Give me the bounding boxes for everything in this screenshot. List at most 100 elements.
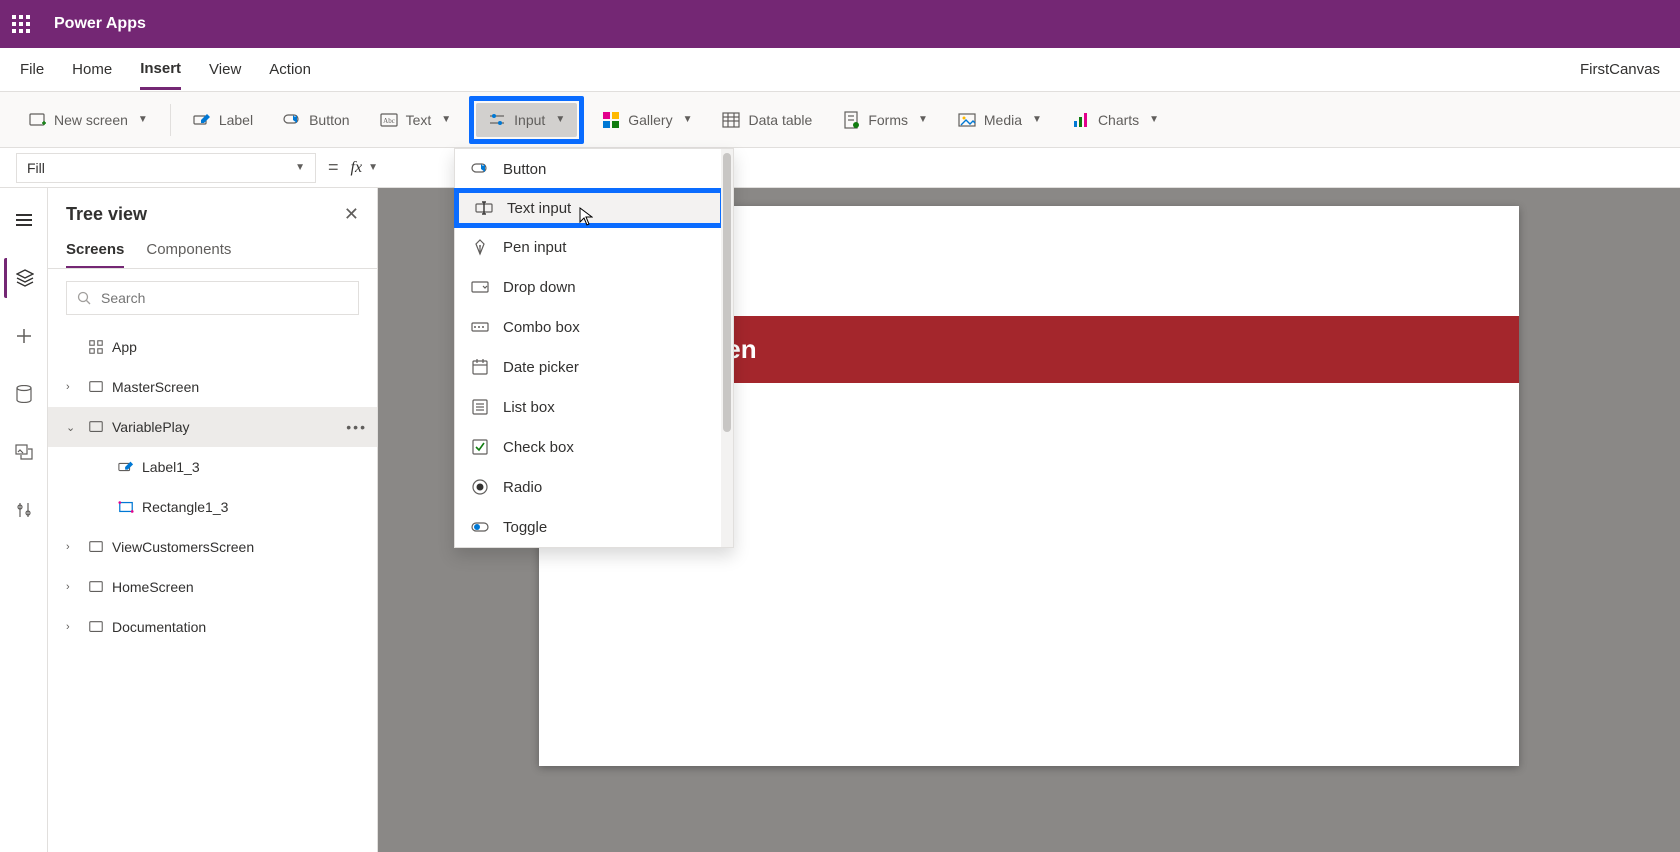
- chart-bars-icon: [1072, 111, 1090, 129]
- close-icon[interactable]: ✕: [344, 204, 359, 225]
- tree-search-input[interactable]: [99, 289, 348, 307]
- equals-sign: =: [328, 157, 339, 178]
- expand-toggle[interactable]: ›: [66, 381, 80, 393]
- scrollbar-thumb[interactable]: [723, 153, 731, 432]
- rail-insert[interactable]: [4, 316, 44, 356]
- menu-tab-action[interactable]: Action: [269, 51, 311, 88]
- dropdown-item-date-picker[interactable]: Date picker: [455, 347, 733, 387]
- tree-node-masterscreen[interactable]: › MasterScreen: [48, 367, 377, 407]
- dropdown-item-drop-down[interactable]: Drop down: [455, 267, 733, 307]
- ribbon-text[interactable]: Abc Text ▼: [368, 103, 464, 137]
- expand-toggle[interactable]: ⌄: [66, 421, 80, 434]
- chevron-down-icon: ▼: [1149, 114, 1159, 125]
- tree-tab-components[interactable]: Components: [146, 233, 231, 268]
- ribbon-input[interactable]: Input▼: [476, 103, 577, 137]
- tree-node-label1-3[interactable]: Label1_3: [48, 447, 377, 487]
- dropdown-item-radio[interactable]: Radio: [455, 467, 733, 507]
- tree-node-rectangle1-3[interactable]: Rectangle1_3: [48, 487, 377, 527]
- tree-node-homescreen[interactable]: › HomeScreen: [48, 567, 377, 607]
- dropdown-item-label: Combo box: [503, 319, 580, 336]
- menu-tab-view[interactable]: View: [209, 51, 241, 88]
- dropdown-item-toggle[interactable]: Toggle: [455, 507, 733, 547]
- chevron-down-icon: ▼: [138, 114, 148, 125]
- rail-media[interactable]: [4, 432, 44, 472]
- ribbon-forms[interactable]: Forms▼: [830, 103, 940, 137]
- rail-hamburger[interactable]: [4, 200, 44, 240]
- ribbon-charts[interactable]: Charts ▼: [1060, 103, 1171, 137]
- label-edit-icon: [193, 111, 211, 129]
- tree-search[interactable]: [66, 281, 359, 315]
- dropdown-item-label: Date picker: [503, 359, 579, 376]
- tree-node-documentation[interactable]: › Documentation: [48, 607, 377, 647]
- tree-node-viewcustomersscreen[interactable]: › ViewCustomersScreen: [48, 527, 377, 567]
- input-dropdown-menu: ButtonText inputPen inputDrop downCombo …: [454, 148, 734, 548]
- calendar-icon: [471, 358, 489, 376]
- chevron-down-icon: ▼: [918, 114, 928, 125]
- list-box-icon: [471, 398, 489, 416]
- chevron-down-icon: ▼: [683, 114, 693, 125]
- ribbon-data-table[interactable]: Data table: [710, 103, 824, 137]
- dropdown-item-label: List box: [503, 399, 555, 416]
- tools-icon: [16, 501, 32, 519]
- dropdown-item-combo-box[interactable]: Combo box: [455, 307, 733, 347]
- ribbon-item-label: Text: [406, 112, 432, 128]
- property-selector-value: Fill: [27, 160, 45, 176]
- ribbon-item-label: Media: [984, 112, 1022, 128]
- tree-tab-screens[interactable]: Screens: [66, 233, 124, 268]
- tree-node-app[interactable]: App: [48, 327, 377, 367]
- radio-dot-icon: [471, 478, 489, 496]
- ribbon-item-label: Data table: [748, 112, 812, 128]
- ribbon-new-screen[interactable]: New screen ▼: [16, 103, 160, 137]
- dropdown-scrollbar[interactable]: [721, 149, 733, 547]
- menu-tab-insert[interactable]: Insert: [140, 50, 181, 90]
- label-edit-icon: [118, 459, 134, 475]
- button-tap-icon: [283, 111, 301, 129]
- ribbon-media[interactable]: Media▼: [946, 103, 1054, 137]
- ribbon-gallery[interactable]: Gallery▼: [590, 103, 704, 137]
- app-grid-icon: [88, 339, 104, 355]
- ribbon-item-label: New screen: [54, 112, 128, 128]
- ribbon-label[interactable]: Label: [181, 103, 265, 137]
- fx-button[interactable]: fx ▼: [351, 159, 378, 177]
- ribbon-item-label: Label: [219, 112, 253, 128]
- app-title: Power Apps: [54, 15, 146, 33]
- svg-text:Abc: Abc: [383, 117, 395, 125]
- dropdown-item-list-box[interactable]: List box: [455, 387, 733, 427]
- ribbon-item-label: Charts: [1098, 112, 1139, 128]
- tree-node-label: Documentation: [112, 619, 206, 635]
- toggle-switch-icon: [471, 518, 489, 536]
- tree-node-label: HomeScreen: [112, 579, 194, 595]
- text-abc-icon: Abc: [380, 111, 398, 129]
- ribbon-button[interactable]: Button: [271, 103, 361, 137]
- menu-tab-file[interactable]: File: [20, 51, 44, 88]
- dropdown-item-check-box[interactable]: Check box: [455, 427, 733, 467]
- rectangle-shape-icon: [118, 499, 134, 515]
- expand-toggle[interactable]: ›: [66, 581, 80, 593]
- dropdown-item-button[interactable]: Button: [455, 149, 733, 189]
- forms-page-icon: [842, 111, 860, 129]
- sliders-icon: [488, 111, 506, 129]
- combo-box-icon: [471, 318, 489, 336]
- tree-node-variableplay[interactable]: ⌄VariablePlay•••: [48, 407, 377, 447]
- ribbon-item-label: Button: [309, 112, 349, 128]
- dropdown-item-pen-input[interactable]: Pen input: [455, 227, 733, 267]
- button-tap-icon: [471, 160, 489, 178]
- expand-toggle[interactable]: ›: [66, 621, 80, 633]
- tree-node-label: MasterScreen: [112, 379, 199, 395]
- menu-bar: File Home Insert View Action FirstCanvas: [0, 48, 1680, 92]
- expand-toggle[interactable]: ›: [66, 541, 80, 553]
- media-image-icon: [958, 111, 976, 129]
- menu-tab-home[interactable]: Home: [72, 51, 112, 88]
- tree-node-label: App: [112, 339, 137, 355]
- dropdown-item-label: Drop down: [503, 279, 576, 296]
- more-options-icon[interactable]: •••: [346, 419, 367, 435]
- tree-node-label: ViewCustomersScreen: [112, 539, 254, 555]
- chevron-down-icon: ▼: [441, 114, 451, 125]
- rail-data[interactable]: [4, 374, 44, 414]
- screen-box-icon: [88, 419, 104, 435]
- property-selector[interactable]: Fill ▼: [16, 153, 316, 183]
- rail-tree-view[interactable]: [4, 258, 44, 298]
- app-launcher-icon[interactable]: [12, 15, 30, 33]
- rail-advanced-tools[interactable]: [4, 490, 44, 530]
- dropdown-item-label: Check box: [503, 439, 574, 456]
